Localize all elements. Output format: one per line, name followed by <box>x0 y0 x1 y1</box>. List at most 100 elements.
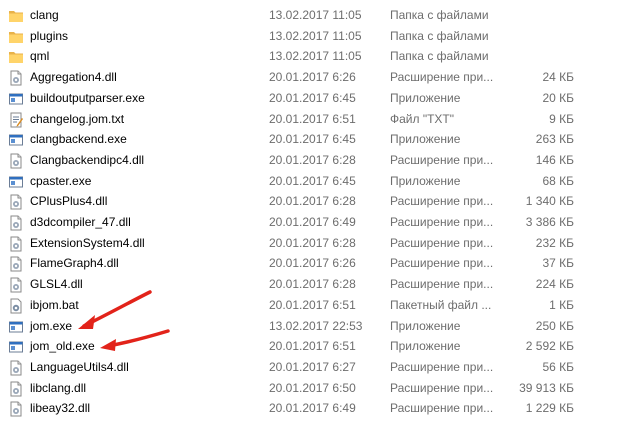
file-date-modified: 13.02.2017 11:05 <box>269 28 362 43</box>
file-type: Приложение <box>390 132 461 147</box>
file-row[interactable]: clang 13.02.2017 11:05 Папка с файлами <box>0 5 622 26</box>
exe-icon <box>8 339 24 355</box>
bat-icon <box>8 298 24 314</box>
file-row[interactable]: qml 13.02.2017 11:05 Папка с файлами <box>0 46 622 67</box>
file-type: Расширение при... <box>390 194 494 209</box>
dll-icon <box>8 153 24 169</box>
file-size: 56 КБ <box>542 359 574 374</box>
file-date-modified: 20.01.2017 6:49 <box>269 215 356 229</box>
file-row[interactable]: Clangbackendipc4.dll 20.01.2017 6:28 Расши… <box>0 150 622 171</box>
dll-icon <box>8 215 24 231</box>
file-name: buildoutputparser.exe <box>30 90 145 105</box>
file-date-modified: 20.01.2017 6:28 <box>269 152 356 167</box>
txt-icon <box>8 112 24 128</box>
file-date-modified: 20.01.2017 6:49 <box>269 401 356 416</box>
file-row[interactable]: d3dcompiler_47.dll 20.01.2017 6:49 Расшире… <box>0 212 622 233</box>
file-name: FlameGraph4.dll <box>30 256 119 271</box>
file-size: 146 КБ <box>535 152 574 167</box>
file-name: CPlusPlus4.dll <box>30 194 108 209</box>
file-name: libclang.dll <box>30 380 87 395</box>
file-size: 263 КБ <box>535 132 574 147</box>
file-name: Aggregation4.dll <box>30 70 117 85</box>
file-name: d3dcompiler_47.dll <box>30 215 131 229</box>
file-row[interactable]: FlameGraph4.dll 20.01.2017 6:26 Расширение… <box>0 253 622 274</box>
file-date-modified: 20.01.2017 6:51 <box>269 111 356 126</box>
file-size: 3 386 КБ <box>525 215 574 229</box>
file-name: qml <box>30 49 50 64</box>
file-size: 250 КБ <box>535 318 574 333</box>
file-row[interactable]: ibjom.bat 20.01.2017 6:51 Пакетный файл ..… <box>0 295 622 316</box>
file-name: plugins <box>30 28 69 43</box>
file-size: 37 КБ <box>542 256 574 271</box>
file-type: Файл "TXT" <box>390 111 455 126</box>
file-row[interactable]: Aggregation4.dll 20.01.2017 6:26 Расширени… <box>0 67 622 88</box>
file-date-modified: 20.01.2017 6:26 <box>269 70 356 85</box>
file-type: Папка с файлами <box>390 28 489 43</box>
file-row[interactable]: GLSL4.dll 20.01.2017 6:28 Расширение при..… <box>0 274 622 295</box>
file-row[interactable]: plugins 13.02.2017 11:05 Папка с файлами <box>0 26 622 47</box>
file-type: Папка с файлами <box>390 8 489 22</box>
file-size: 1 229 КБ <box>525 401 574 416</box>
file-list: clang 13.02.2017 11:05 Папка с файлами plug… <box>0 0 622 421</box>
file-name: changelog.jom.txt <box>30 111 125 126</box>
file-row[interactable]: changelog.jom.txt 20.01.2017 6:51 Файл "TX… <box>0 109 622 130</box>
file-size: 1 КБ <box>549 297 574 312</box>
file-row[interactable]: CPlusPlus4.dll 20.01.2017 6:28 Расширение … <box>0 191 622 212</box>
dll-icon <box>8 236 24 252</box>
dll-icon <box>8 381 24 397</box>
file-row[interactable]: clangbackend.exe 20.01.2017 6:45 Приложени… <box>0 129 622 150</box>
file-type: Расширение при... <box>390 359 494 374</box>
folder-icon <box>8 8 24 24</box>
file-row[interactable]: ExtensionSystem4.dll 20.01.2017 6:28 Расши… <box>0 233 622 254</box>
file-size: 24 КБ <box>542 70 574 85</box>
file-date-modified: 20.01.2017 6:27 <box>269 359 356 374</box>
file-row[interactable]: cpaster.exe 20.01.2017 6:45 Приложение 68 К… <box>0 171 622 192</box>
file-date-modified: 20.01.2017 6:28 <box>269 235 356 250</box>
file-size: 1 340 КБ <box>525 194 574 209</box>
file-name: LanguageUtils4.dll <box>30 359 129 374</box>
file-size: 68 КБ <box>542 173 574 188</box>
file-row[interactable]: libeay32.dll 20.01.2017 6:49 Расширение пр… <box>0 398 622 419</box>
file-date-modified: 13.02.2017 22:53 <box>269 318 363 333</box>
file-size: 9 КБ <box>549 111 574 126</box>
file-name: ibjom.bat <box>30 297 79 312</box>
file-row[interactable]: jom_old.exe 20.01.2017 6:51 Приложение 2 59… <box>0 336 622 357</box>
exe-icon <box>8 319 24 335</box>
file-type: Папка с файлами <box>390 49 489 64</box>
dll-icon <box>8 194 24 210</box>
file-name: jom.exe <box>30 318 73 333</box>
file-name: Clangbackendipc4.dll <box>30 152 145 167</box>
file-type: Расширение при... <box>390 401 494 416</box>
dll-icon <box>8 401 24 417</box>
file-type: Расширение при... <box>390 277 494 292</box>
folder-icon <box>8 29 24 45</box>
file-name: libeay32.dll <box>30 401 91 416</box>
dll-icon <box>8 70 24 86</box>
dll-icon <box>8 360 24 376</box>
file-type: Расширение при... <box>390 70 494 85</box>
file-name: GLSL4.dll <box>30 277 83 292</box>
file-size: 224 КБ <box>535 277 574 292</box>
file-date-modified: 20.01.2017 6:50 <box>269 380 356 395</box>
file-date-modified: 20.01.2017 6:45 <box>269 173 356 188</box>
file-date-modified: 20.01.2017 6:51 <box>269 297 356 312</box>
file-type: Приложение <box>390 318 461 333</box>
file-type: Приложение <box>390 90 461 105</box>
file-size: 2 592 КБ <box>525 339 574 354</box>
file-size: 232 КБ <box>535 235 574 250</box>
file-name: cpaster.exe <box>30 173 92 188</box>
file-row[interactable]: LanguageUtils4.dll 20.01.2017 6:27 Расшире… <box>0 357 622 378</box>
file-row[interactable]: libclang.dll 20.01.2017 6:50 Расширение пр… <box>0 378 622 399</box>
file-name: clangbackend.exe <box>30 132 127 147</box>
file-type: Расширение при... <box>390 215 494 229</box>
file-type: Расширение при... <box>390 152 494 167</box>
file-date-modified: 20.01.2017 6:51 <box>269 339 356 354</box>
file-row[interactable]: jom.exe 13.02.2017 22:53 Приложение 250 КБ <box>0 316 622 337</box>
file-type: Приложение <box>390 173 461 188</box>
file-type: Приложение <box>390 339 461 354</box>
file-date-modified: 13.02.2017 11:05 <box>269 8 362 22</box>
file-type: Расширение при... <box>390 235 494 250</box>
file-size: 39 913 КБ <box>519 380 574 395</box>
exe-icon <box>8 132 24 148</box>
file-row[interactable]: buildoutputparser.exe 20.01.2017 6:45 Прил… <box>0 88 622 109</box>
